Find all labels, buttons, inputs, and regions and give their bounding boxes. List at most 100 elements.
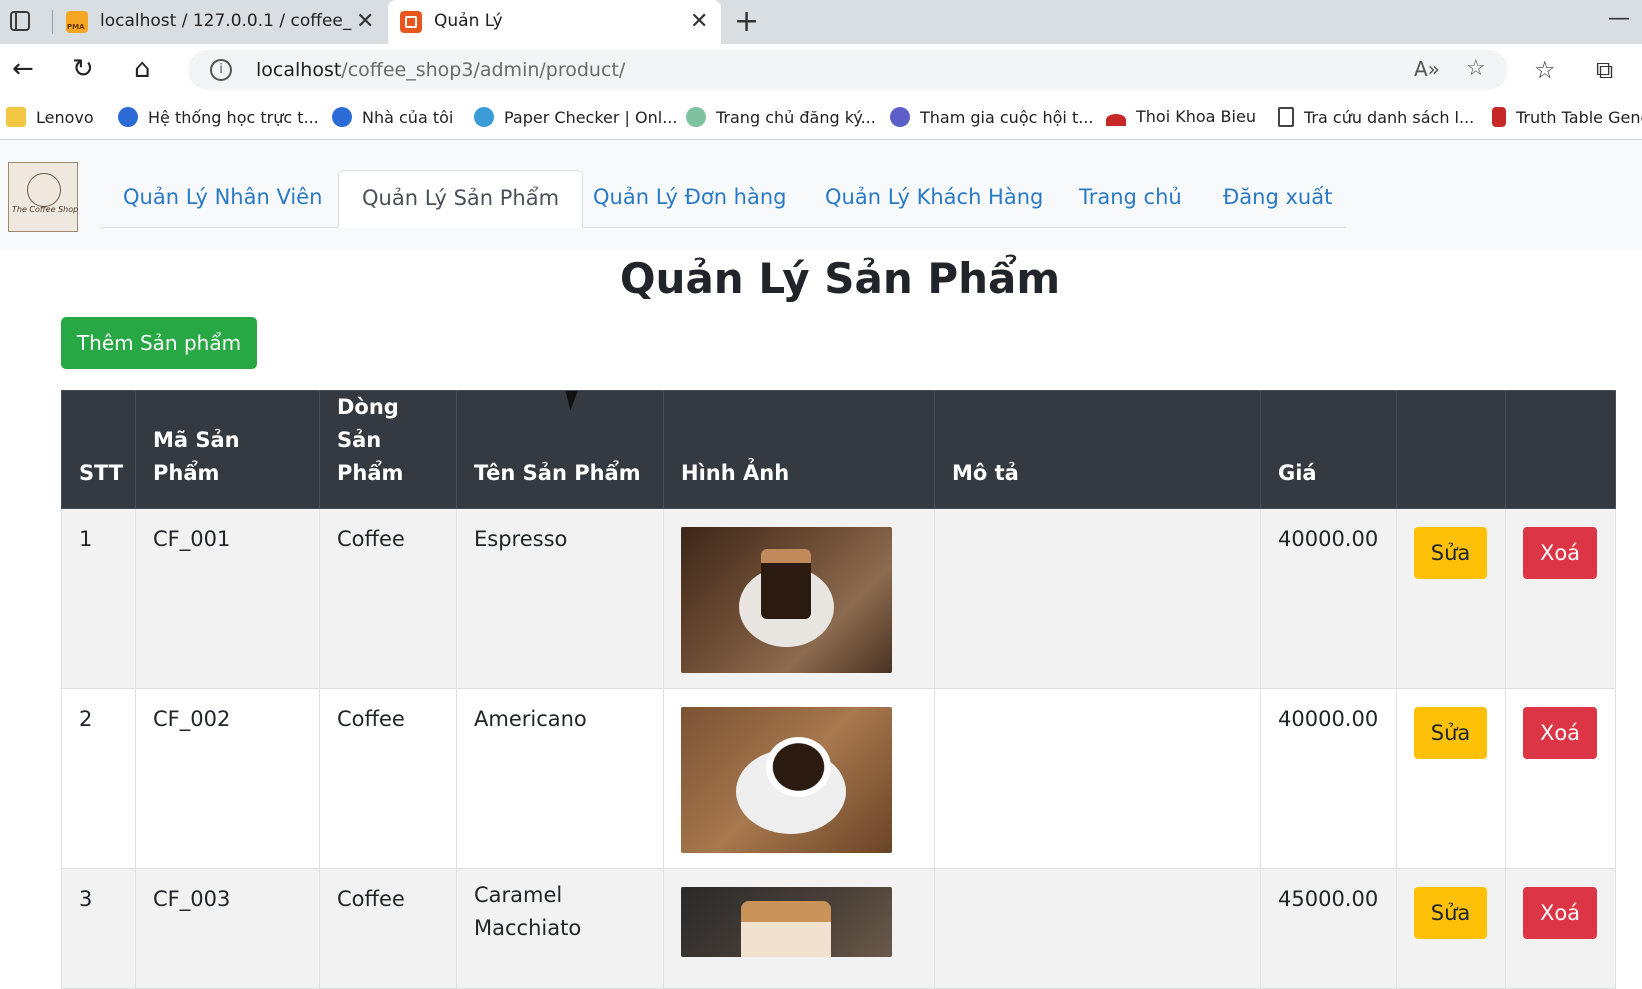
- table-row: 1 CF_001 Coffee Espresso 40000.00 Sửa Xo…: [61, 508, 1616, 689]
- reload-icon[interactable]: ↻: [72, 54, 94, 84]
- read-aloud-icon[interactable]: A»: [1414, 57, 1440, 81]
- browser-tab-bar: localhost / 127.0.0.1 / coffee_shop ✕ Qu…: [0, 0, 1642, 44]
- bookmark-paper-checker[interactable]: Paper Checker | Onl...: [474, 107, 677, 127]
- bookmark-label: Trang chủ đăng ký...: [716, 108, 876, 127]
- document-icon: [1278, 107, 1294, 127]
- product-image-espresso: [681, 527, 892, 673]
- nav-item-quan-ly-khach-hang[interactable]: Quản Lý Khách Hàng: [802, 170, 1066, 228]
- teams-icon: [890, 107, 910, 127]
- cell-stt: 3: [61, 868, 136, 989]
- bookmark-label: Lenovo: [36, 108, 94, 127]
- cell-product-code: CF_001: [135, 508, 320, 689]
- cell-delete: Xoá: [1505, 868, 1616, 989]
- cell-description: [934, 688, 1261, 869]
- site-info-icon[interactable]: i: [210, 59, 232, 81]
- url-field[interactable]: i localhost/coffee_shop3/admin/product/ …: [188, 50, 1508, 90]
- favorites-icon[interactable]: ☆: [1534, 56, 1556, 84]
- bookmark-tham-gia-cuoc-hoi[interactable]: Tham gia cuộc hội t...: [890, 107, 1093, 127]
- cell-edit: Sửa: [1396, 688, 1506, 869]
- nav-item-quan-ly-nhan-vien[interactable]: Quản Lý Nhân Viên: [100, 170, 345, 228]
- col-header-stt: STT: [61, 390, 136, 509]
- bookmark-nha-cua-toi[interactable]: Nhà của tôi: [332, 107, 453, 127]
- product-table: STT Mã Sản Phẩm Dòng Sản Phẩm Tên Sản Ph…: [61, 390, 1616, 989]
- phpmyadmin-icon: [66, 11, 88, 33]
- url-path: /coffee_shop3/admin/product/: [341, 59, 626, 81]
- back-arrow-icon[interactable]: ←: [12, 54, 34, 84]
- cell-stt: 1: [61, 508, 136, 689]
- cell-product-line: Coffee: [319, 688, 457, 869]
- cell-product-name: Caramel Macchiato: [456, 868, 664, 989]
- browser-tab-quan-ly[interactable]: Quản Lý ✕: [388, 0, 721, 44]
- cell-edit: Sửa: [1396, 508, 1506, 689]
- bookmark-label: Paper Checker | Onl...: [504, 108, 678, 127]
- bookmark-truth-table[interactable]: Truth Table Gene: [1492, 107, 1642, 127]
- col-header-edit: [1396, 390, 1506, 509]
- cell-product-line: Coffee: [319, 868, 457, 989]
- cell-price: 40000.00: [1260, 508, 1397, 689]
- delete-button[interactable]: Xoá: [1523, 707, 1597, 759]
- add-product-button[interactable]: Thêm Sản phẩm: [61, 317, 257, 369]
- tab-title: localhost / 127.0.0.1 / coffee_shop: [100, 11, 352, 31]
- home-icon[interactable]: ⌂: [134, 54, 151, 84]
- nav-item-dang-xuat[interactable]: Đăng xuất: [1200, 170, 1355, 228]
- col-header-hinh-anh: Hình Ảnh: [663, 390, 935, 509]
- cell-product-name: Espresso: [456, 508, 664, 689]
- cell-product-name: Americano: [456, 688, 664, 869]
- minimize-window-button[interactable]: —: [1608, 6, 1630, 31]
- col-header-mo-ta: Mô tả: [934, 390, 1261, 509]
- checker-icon: [474, 107, 494, 127]
- new-tab-button[interactable]: +: [734, 4, 759, 39]
- edit-button[interactable]: Sửa: [1414, 887, 1487, 939]
- table-header-row: STT Mã Sản Phẩm Dòng Sản Phẩm Tên Sản Ph…: [61, 390, 1616, 509]
- col-header-dong-san-pham: Dòng Sản Phẩm: [319, 390, 457, 509]
- tab-title: Quản Lý: [434, 11, 503, 31]
- page-title: Quản Lý Sản Phẩm: [619, 254, 1061, 303]
- cell-product-image: [663, 688, 935, 869]
- edge-icon: [332, 107, 352, 127]
- cell-stt: 2: [61, 688, 136, 869]
- edge-icon: [118, 107, 138, 127]
- cell-edit: Sửa: [1396, 868, 1506, 989]
- bookmark-label: Truth Table Gene: [1516, 108, 1642, 127]
- cell-description: [934, 508, 1261, 689]
- app-icon: [1492, 107, 1506, 127]
- edit-button[interactable]: Sửa: [1414, 527, 1487, 579]
- folder-icon: [6, 107, 26, 127]
- cell-price: 45000.00: [1260, 868, 1397, 989]
- edit-button[interactable]: Sửa: [1414, 707, 1487, 759]
- add-favorite-icon[interactable]: ☆: [1466, 56, 1486, 81]
- bookmark-trang-chu-dang-ky[interactable]: Trang chủ đăng ký...: [686, 107, 876, 127]
- bookmark-lenovo[interactable]: Lenovo: [6, 107, 94, 127]
- delete-button[interactable]: Xoá: [1523, 887, 1597, 939]
- site-favicon-icon: [400, 11, 422, 33]
- col-header-gia: Giá: [1260, 390, 1397, 509]
- cell-price: 40000.00: [1260, 688, 1397, 869]
- close-tab-icon[interactable]: ✕: [356, 9, 374, 34]
- delete-button[interactable]: Xoá: [1523, 527, 1597, 579]
- tab-actions-icon[interactable]: [10, 11, 30, 31]
- bookmark-thoi-khoa-bieu[interactable]: Thoi Khoa Bieu: [1106, 107, 1256, 126]
- url-text[interactable]: localhost/coffee_shop3/admin/product/: [256, 59, 625, 81]
- collections-icon[interactable]: ⧉: [1596, 56, 1613, 84]
- nav-item-quan-ly-san-pham[interactable]: Quản Lý Sản Phẩm: [338, 170, 584, 228]
- bookmark-label: Thoi Khoa Bieu: [1136, 107, 1256, 126]
- cell-product-code: CF_002: [135, 688, 320, 869]
- cell-delete: Xoá: [1505, 688, 1616, 869]
- bookmark-label: Tham gia cuộc hội t...: [920, 108, 1094, 127]
- nav-item-quan-ly-don-hang[interactable]: Quản Lý Đơn hàng: [570, 170, 810, 228]
- coffee-shop-logo: [8, 162, 78, 232]
- bookmark-tra-cuu-danh-sach[interactable]: Tra cứu danh sách l...: [1278, 107, 1474, 127]
- bookmarks-bar: Lenovo Hệ thống học trực t... Nhà của tô…: [0, 96, 1642, 140]
- nav-item-trang-chu[interactable]: Trang chủ: [1056, 170, 1205, 228]
- nav-tabs: Quản Lý Nhân Viên Quản Lý Sản Phẩm Quản …: [100, 170, 1346, 228]
- globe-icon: [686, 107, 706, 127]
- product-image-americano: [681, 707, 892, 853]
- bookmark-he-thong-hoc[interactable]: Hệ thống học trực t...: [118, 107, 319, 127]
- close-tab-icon[interactable]: ✕: [690, 9, 708, 34]
- tab-separator: [52, 10, 53, 34]
- table-row: 2 CF_002 Coffee Americano 40000.00 Sửa X…: [61, 688, 1616, 869]
- browser-tab-phpmyadmin[interactable]: localhost / 127.0.0.1 / coffee_shop ✕: [54, 0, 384, 44]
- admin-navbar: Quản Lý Nhân Viên Quản Lý Sản Phẩm Quản …: [0, 140, 1642, 250]
- cell-delete: Xoá: [1505, 508, 1616, 689]
- col-header-ma-san-pham: Mã Sản Phẩm: [135, 390, 320, 509]
